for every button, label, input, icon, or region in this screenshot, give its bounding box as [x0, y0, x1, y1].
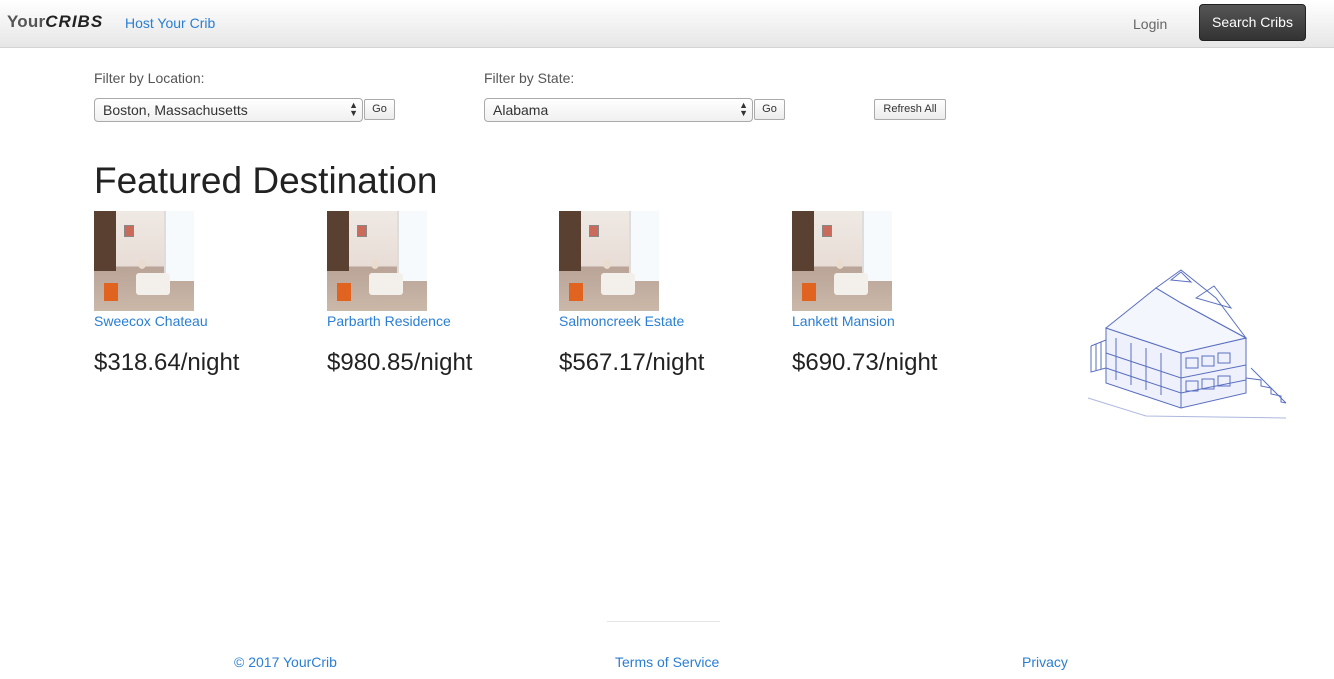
listing-photo[interactable] — [327, 211, 427, 311]
listing-card: Parbarth Residence $980.85/night — [327, 211, 527, 377]
listing-name-link[interactable]: Parbarth Residence — [327, 313, 527, 329]
state-go-button[interactable]: Go — [754, 99, 785, 120]
state-filter-label: Filter by State: — [484, 70, 575, 86]
brand-logo[interactable]: YourCRIBS — [7, 12, 103, 32]
search-cribs-button[interactable]: Search Cribs — [1199, 4, 1306, 41]
brand-suffix: CRIBS — [45, 12, 104, 31]
terms-of-service-link[interactable]: Terms of Service — [615, 654, 719, 670]
listing-photo[interactable] — [94, 211, 194, 311]
host-your-crib-link[interactable]: Host Your Crib — [125, 15, 215, 31]
listing-price: $567.17/night — [559, 349, 705, 376]
listing-card: Sweecox Chateau $318.64/night — [94, 211, 294, 377]
footer-divider — [607, 621, 720, 622]
house-sketch-icon — [1087, 269, 1287, 419]
listing-price: $318.64/night — [94, 349, 240, 376]
state-select-value: Alabama — [493, 102, 549, 118]
listing-photo[interactable] — [559, 211, 659, 311]
login-link[interactable]: Login — [1133, 16, 1167, 32]
privacy-link[interactable]: Privacy — [1022, 654, 1068, 670]
listing-price: $690.73/night — [792, 349, 938, 376]
top-navbar: YourCRIBS Host Your Crib Login Search Cr… — [0, 0, 1334, 48]
location-go-button[interactable]: Go — [364, 99, 395, 120]
location-select-value: Boston, Massachusetts — [103, 102, 248, 118]
select-arrows-icon: ▲ ▼ — [349, 100, 358, 118]
listing-price: $980.85/night — [327, 349, 473, 376]
listing-card: Lankett Mansion $690.73/night — [792, 211, 992, 377]
select-arrows-icon: ▲ ▼ — [739, 100, 748, 118]
listing-name-link[interactable]: Salmoncreek Estate — [559, 313, 759, 329]
state-select[interactable]: Alabama ▲ ▼ — [484, 98, 753, 122]
listing-photo[interactable] — [792, 211, 892, 311]
listing-card: Salmoncreek Estate $567.17/night — [559, 211, 759, 377]
refresh-all-button[interactable]: Refresh All — [874, 99, 946, 120]
listing-name-link[interactable]: Sweecox Chateau — [94, 313, 294, 329]
copyright-link[interactable]: © 2017 YourCrib — [234, 654, 337, 670]
listing-name-link[interactable]: Lankett Mansion — [792, 313, 992, 329]
location-select[interactable]: Boston, Massachusetts ▲ ▼ — [94, 98, 363, 122]
featured-title: Featured Destination — [94, 160, 438, 201]
brand-prefix: Your — [7, 12, 46, 31]
location-filter-label: Filter by Location: — [94, 70, 205, 86]
